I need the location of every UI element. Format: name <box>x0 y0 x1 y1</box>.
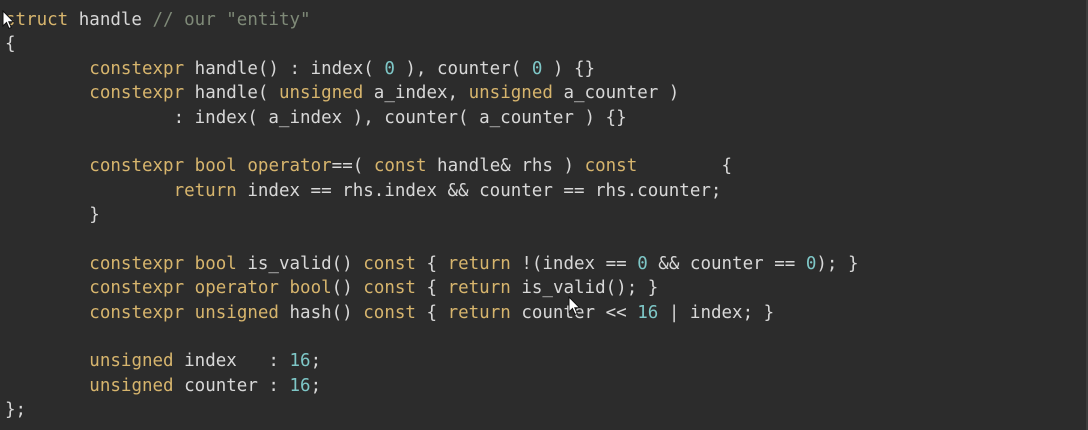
code-comment: // our "entity" <box>152 10 311 30</box>
code-keyword: constexpr <box>89 58 185 79</box>
code-number: 16 <box>289 375 311 396</box>
code-line: }; <box>0 398 1088 422</box>
code-keyword: const <box>363 278 416 299</box>
code-number: 16 <box>289 351 311 372</box>
code-lines: struct handle // our "entity"{ constexpr… <box>0 8 1088 423</box>
code-line: } <box>0 203 1088 227</box>
code-text: counter : <box>173 375 290 396</box>
code-line: constexpr bool operator==( const handle&… <box>0 154 1088 178</box>
code-keyword: unsigned <box>194 302 279 323</box>
code-keyword: unsigned <box>278 83 364 104</box>
code-text: a_counter ) <box>552 83 680 104</box>
code-keyword: constexpr <box>89 253 185 274</box>
code-line: struct handle // our "entity" <box>0 8 1088 32</box>
code-text: handle( <box>184 83 279 104</box>
code-number: 0 <box>805 253 817 274</box>
code-text: !(index == <box>510 253 638 274</box>
code-line: constexpr handle() : index( 0 ), counter… <box>0 57 1088 81</box>
code-line: constexpr operator bool() const { return… <box>0 276 1088 300</box>
code-text: ; <box>310 375 322 396</box>
code-text: a_index, <box>363 83 469 104</box>
code-text: { <box>415 278 448 299</box>
code-text: handle <box>68 10 153 30</box>
code-text: handle& rhs ) <box>426 156 585 177</box>
code-text: () <box>331 278 364 299</box>
code-text: { <box>637 156 733 177</box>
code-text: index == rhs.index && counter == rhs.cou… <box>236 180 722 201</box>
code-keyword: constexpr <box>89 156 185 177</box>
code-number: 0 <box>637 253 648 274</box>
code-keyword: unsigned <box>468 83 553 104</box>
code-line: unsigned counter : 16; <box>0 374 1088 398</box>
code-text: ) {} <box>542 58 596 79</box>
code-text: is_valid(); } <box>510 278 659 299</box>
code-text: hash() <box>278 302 364 323</box>
code-keyword: constexpr <box>89 302 185 323</box>
code-keyword: operator <box>194 278 279 299</box>
code-text: { <box>5 34 16 55</box>
code-line: : index( a_index ), counter( a_counter )… <box>0 106 1088 130</box>
code-line: constexpr bool is_valid() const { return… <box>0 252 1088 276</box>
code-keyword: bool <box>194 253 237 274</box>
code-keyword: operator <box>247 156 332 177</box>
code-number: 16 <box>637 302 659 323</box>
code-line: constexpr handle( unsigned a_index, unsi… <box>0 81 1088 105</box>
code-keyword: const <box>363 302 416 323</box>
code-keyword: constexpr <box>89 278 185 299</box>
code-text: index : <box>173 351 290 372</box>
code-keyword: bool <box>289 278 332 299</box>
code-keyword: const <box>373 156 427 177</box>
code-keyword: const <box>363 253 416 274</box>
code-line: return index == rhs.index && counter == … <box>0 179 1088 203</box>
code-keyword: return <box>447 278 511 299</box>
code-keyword: bool <box>194 156 237 177</box>
code-text: { <box>415 253 448 274</box>
code-keyword: unsigned <box>89 351 174 372</box>
code-text: ; <box>310 351 322 372</box>
code-text: { <box>415 302 448 323</box>
code-line: { <box>0 32 1088 56</box>
code-text: }; <box>5 400 27 421</box>
code-keyword: constexpr <box>89 83 185 104</box>
code-keyword: return <box>173 180 237 201</box>
code-text: handle() : index( <box>184 58 385 79</box>
code-keyword: unsigned <box>89 375 174 396</box>
code-keyword: return <box>447 253 511 274</box>
code-text: : index( a_index ), counter( a_counter )… <box>5 107 627 128</box>
code-text: ==( <box>331 156 374 177</box>
code-number: 0 <box>531 58 543 79</box>
code-line: unsigned index : 16; <box>0 349 1088 373</box>
code-keyword: const <box>584 156 638 177</box>
code-keyword: return <box>447 302 511 323</box>
code-text: && counter == <box>647 253 806 274</box>
code-text: ); } <box>816 253 859 274</box>
code-number: 0 <box>384 58 395 79</box>
code-text: is_valid() <box>236 253 364 274</box>
code-text: } <box>5 205 100 226</box>
code-line: constexpr unsigned hash() const { return… <box>0 301 1088 325</box>
code-editor[interactable]: struct handle // our "entity"{ constexpr… <box>0 0 1088 430</box>
code-text: ), counter( <box>394 58 532 79</box>
code-text: | index; } <box>658 302 775 323</box>
